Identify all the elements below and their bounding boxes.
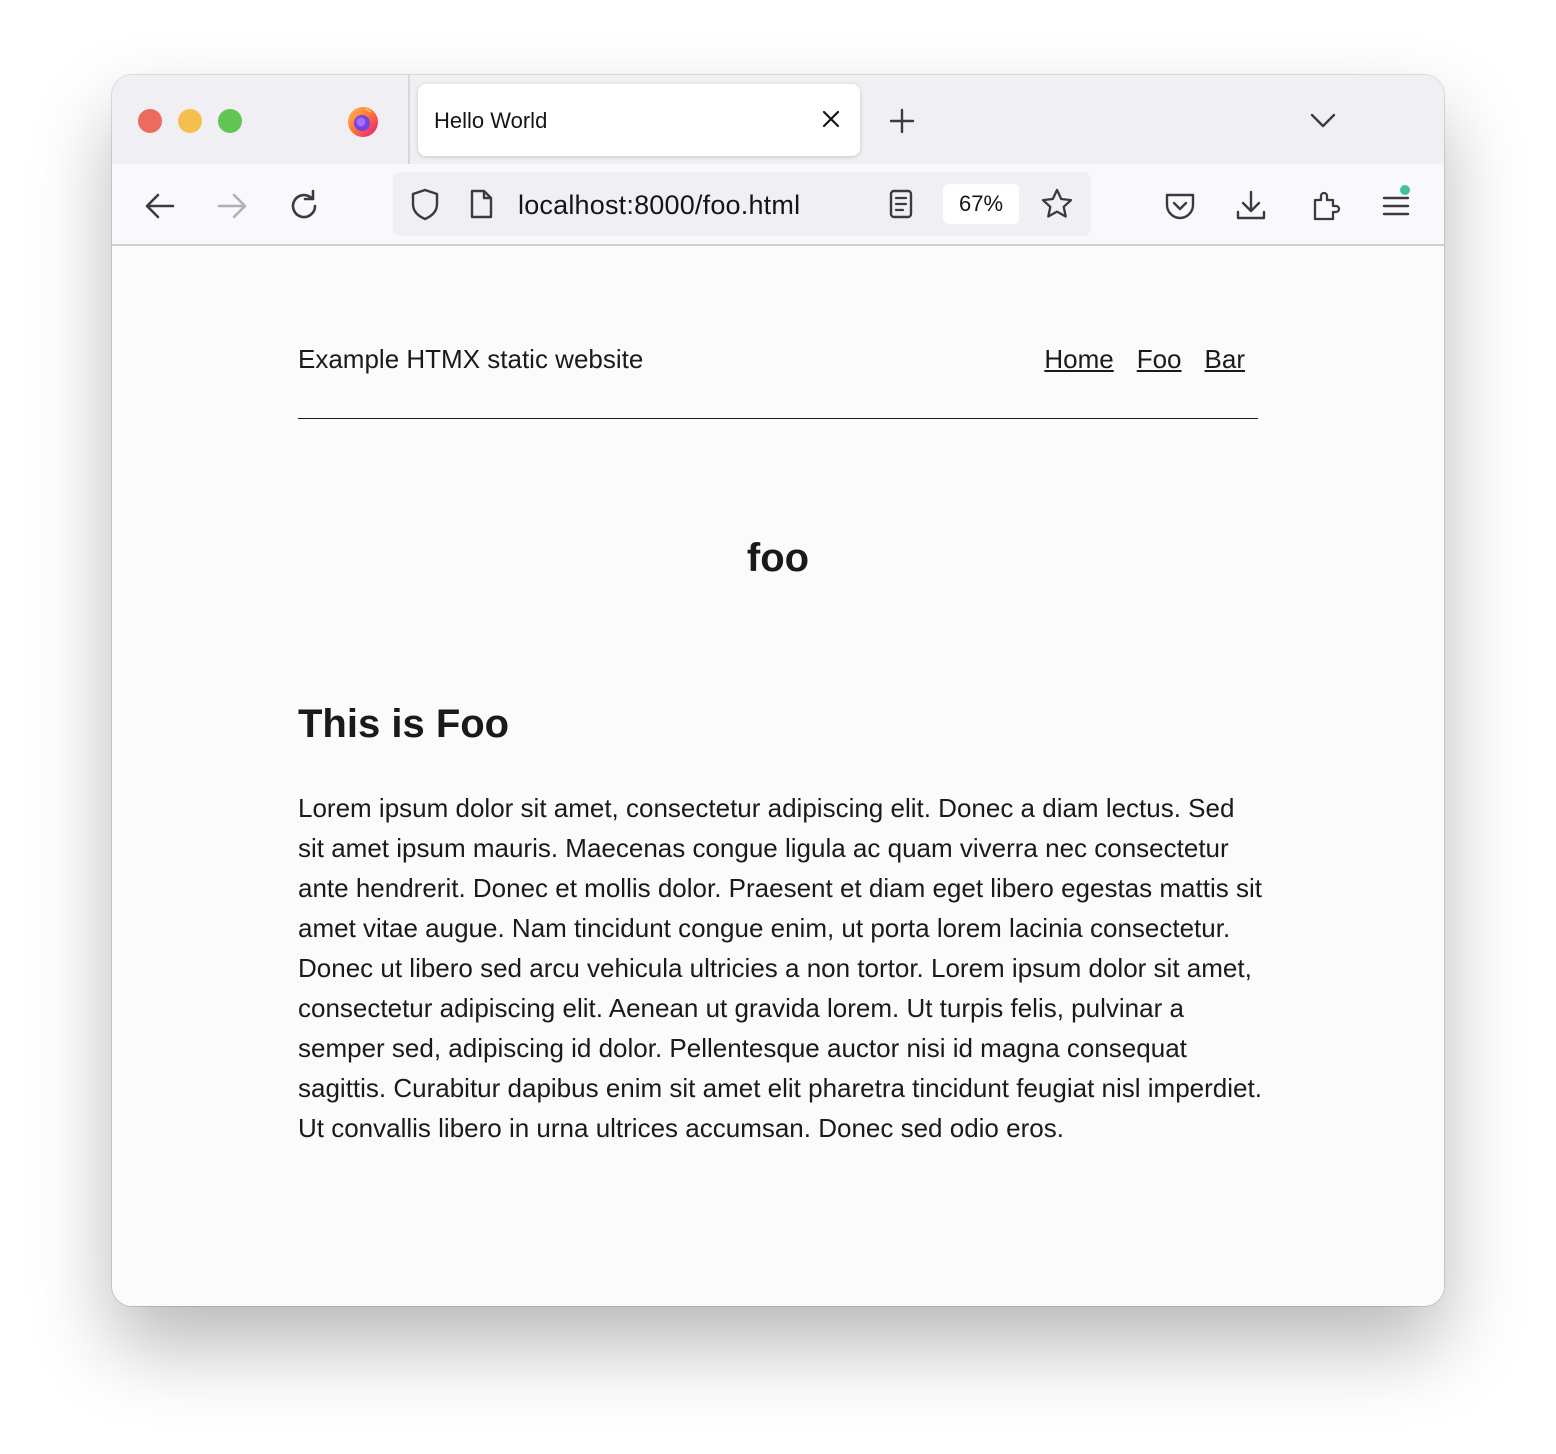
tab-title: Hello World [434,108,548,133]
forward-arrow-icon[interactable] [212,186,252,226]
address-bar[interactable]: localhost:8000/foo.html 67% [393,172,1091,236]
tab-hello-world[interactable]: Hello World [418,84,860,156]
reader-view-icon[interactable] [883,186,919,222]
star-icon[interactable] [1039,186,1075,222]
shield-icon[interactable] [407,186,443,222]
download-icon[interactable] [1231,186,1271,226]
nav-link-foo[interactable]: Foo [1137,344,1182,374]
menu-update-badge [1400,185,1410,195]
site-title: Example HTMX static website [298,344,644,374]
tab-strip: Hello World [112,75,1444,164]
pocket-icon[interactable] [1160,186,1200,226]
navigation-toolbar: localhost:8000/foo.html 67% [112,164,1444,246]
header-divider [298,418,1258,419]
tab-strip-separator [408,75,410,164]
reload-icon[interactable] [284,186,324,226]
plus-icon[interactable] [886,105,918,137]
back-arrow-icon[interactable] [140,186,180,226]
close-icon[interactable] [818,106,844,132]
body-paragraph: Lorem ipsum dolor sit amet, consectetur … [298,793,1262,1143]
nav-link-bar[interactable]: Bar [1205,344,1245,374]
extensions-icon[interactable] [1305,186,1345,226]
page-icon [470,189,493,219]
window-maximize-button[interactable] [218,109,242,133]
firefox-logo-icon[interactable] [346,104,380,138]
zoom-level-button[interactable]: 67% [943,184,1019,224]
chevron-down-icon[interactable] [1308,107,1338,135]
section-heading: This is Foo [298,702,510,746]
window-minimize-button[interactable] [178,109,202,133]
page-content: Example HTMX static website Home Foo Bar f… [112,246,1444,1306]
browser-window: Hello World localhost:8000/foo.html 67% … [112,75,1444,1306]
page-heading: foo [746,536,810,580]
window-close-button[interactable] [138,109,162,133]
nav-link-home[interactable]: Home [1044,344,1113,374]
url-text[interactable]: localhost:8000/foo.html [518,190,800,221]
site-nav: Home Foo Bar [1021,344,1245,375]
menu-icon[interactable] [1376,186,1416,226]
